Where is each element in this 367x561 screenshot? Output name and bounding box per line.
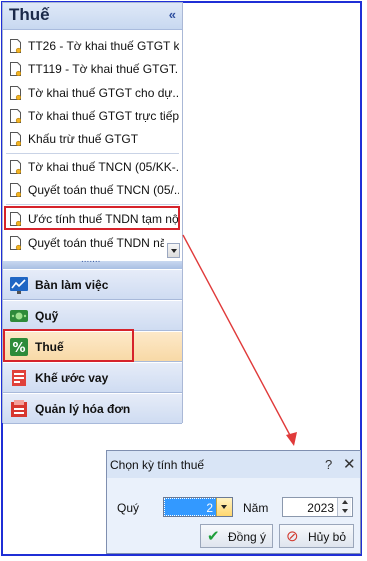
list-item[interactable]: Khấu trừ thuế GTGT	[6, 129, 179, 149]
document-icon	[10, 160, 21, 174]
dialog-titlebar: Chọn kỳ tính thuế ? ✕	[107, 451, 360, 478]
quarter-label: Quý	[117, 501, 140, 515]
document-icon	[10, 236, 21, 250]
check-icon: ✔	[207, 528, 220, 545]
highlight-box	[4, 206, 180, 230]
invoice-icon	[11, 400, 27, 417]
year-value: 2023	[307, 501, 334, 515]
cancel-button[interactable]: ⊘ Hủy bỏ	[279, 524, 354, 548]
quarter-select[interactable]: 2	[163, 497, 233, 517]
nav-quan-ly-hoa-don[interactable]: Quản lý hóa đơn	[3, 393, 182, 424]
nav-label: Bàn làm việc	[35, 278, 109, 292]
ok-button[interactable]: ✔ Đồng ý	[200, 524, 273, 548]
list-item-label: TT26 - Tờ khai thuế GTGT k...	[28, 39, 179, 53]
list-item-label: Tờ khai thuế GTGT cho dự...	[28, 86, 179, 100]
list-item-label: TT119 - Tờ khai thuế GTGT...	[28, 62, 179, 76]
list-item-label: Tờ khai thuế GTGT trực tiếp...	[28, 109, 179, 123]
highlight-box	[3, 329, 134, 362]
list-item-label: Khấu trừ thuế GTGT	[28, 132, 139, 146]
nav-label: Khế ước vay	[35, 371, 109, 385]
document-icon	[10, 132, 21, 146]
list-item-label: Quyết toán thuế TNDN năm	[28, 236, 164, 250]
panel-header: Thuế «	[3, 3, 182, 30]
list-item[interactable]: Quyết toán thuế TNDN năm	[6, 233, 164, 253]
document-icon	[10, 183, 21, 197]
scroll-down-button[interactable]	[167, 243, 180, 258]
group-divider	[6, 153, 179, 154]
list-item[interactable]: Tờ khai thuế GTGT cho dự...	[6, 83, 179, 103]
nav-label: Quỹ	[35, 309, 59, 323]
year-label: Năm	[243, 501, 269, 515]
panel-splitter[interactable]	[3, 254, 182, 269]
cancel-label: Hủy bỏ	[308, 530, 347, 544]
spin-down-button[interactable]	[338, 507, 351, 516]
list-item-label: Tờ khai thuế TNCN (05/KK-...	[28, 160, 179, 174]
cancel-icon: ⊘	[286, 528, 299, 545]
panel-title: Thuế	[9, 5, 50, 24]
year-spinner	[337, 498, 352, 516]
help-button[interactable]: ?	[325, 457, 332, 472]
group-divider	[6, 204, 179, 205]
chart-board-icon	[10, 277, 28, 294]
list-item[interactable]: Tờ khai thuế TNCN (05/KK-...	[6, 157, 179, 177]
ok-label: Đồng ý	[228, 530, 267, 544]
list-item[interactable]: TT26 - Tờ khai thuế GTGT k...	[6, 36, 179, 56]
quarter-value: 2	[164, 498, 217, 516]
document-icon	[10, 109, 21, 123]
nav-khe-uoc-vay[interactable]: Khế ước vay	[3, 362, 182, 393]
document-icon	[10, 86, 21, 100]
loan-icon	[12, 370, 26, 386]
list-item[interactable]: Quyết toán thuế TNCN (05/...	[6, 180, 179, 200]
document-icon	[10, 39, 21, 53]
nav-quy[interactable]: Quỹ	[3, 300, 182, 331]
close-button[interactable]: ✕	[343, 455, 356, 473]
collapse-panel-icon[interactable]: «	[169, 7, 176, 22]
list-item[interactable]: TT119 - Tờ khai thuế GTGT...	[6, 59, 179, 79]
year-spinbox[interactable]: 2023	[282, 497, 353, 517]
dialog-title: Chọn kỳ tính thuế	[110, 458, 205, 472]
chevron-down-icon[interactable]	[216, 498, 232, 516]
document-icon	[10, 62, 21, 76]
list-item-label: Quyết toán thuế TNCN (05/...	[28, 183, 179, 197]
nav-ban-lam-viec[interactable]: Bàn làm việc	[3, 269, 182, 300]
money-icon	[10, 310, 28, 322]
list-item[interactable]: Tờ khai thuế GTGT trực tiếp...	[6, 106, 179, 126]
nav-label: Quản lý hóa đơn	[35, 402, 131, 416]
